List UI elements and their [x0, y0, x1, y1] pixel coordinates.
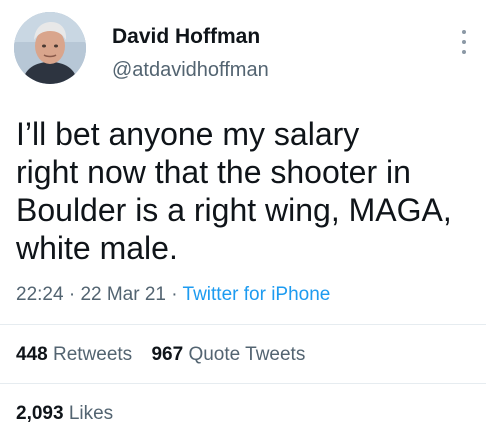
retweets-count: 448 [16, 344, 48, 365]
author-info: David Hoffman @atdavidhoffman [112, 24, 269, 82]
likes-stats: 2,093 Likes [16, 402, 113, 426]
author-handle[interactable]: @atdavidhoffman [112, 58, 269, 82]
quote-tweets-label: Quote Tweets [188, 344, 306, 365]
likes-label: Likes [68, 403, 114, 424]
tweet-source-link[interactable]: Twitter for iPhone [183, 284, 331, 305]
tweet-text: I’ll bet anyone my salary right now that… [16, 116, 452, 266]
author-display-name[interactable]: David Hoffman [112, 24, 269, 50]
divider [0, 383, 486, 384]
retweets-stat[interactable]: 448 Retweets [16, 343, 132, 367]
tweet-meta: 22:24 · 22 Mar 21 · Twitter for iPhone [16, 283, 330, 307]
likes-stat[interactable]: 2,093 Likes [16, 402, 113, 426]
tweet-header: David Hoffman @atdavidhoffman [14, 12, 472, 90]
tweet-time[interactable]: 22:24 [16, 284, 64, 305]
more-vertical-icon[interactable] [456, 30, 472, 54]
retweets-label: Retweets [52, 344, 133, 365]
engagement-stats: 448 Retweets 967 Quote Tweets [16, 343, 305, 367]
meta-separator: · [171, 284, 178, 305]
quote-tweets-stat[interactable]: 967 Quote Tweets [151, 343, 305, 367]
divider [0, 324, 486, 325]
user-avatar-icon [14, 12, 86, 84]
avatar[interactable] [14, 12, 86, 84]
tweet-card: David Hoffman @atdavidhoffman I’ll bet a… [0, 0, 486, 445]
meta-separator: · [68, 284, 76, 305]
quote-tweets-count: 967 [151, 344, 184, 365]
tweet-date[interactable]: 22 Mar 21 [80, 284, 166, 305]
likes-count: 2,093 [16, 403, 64, 424]
